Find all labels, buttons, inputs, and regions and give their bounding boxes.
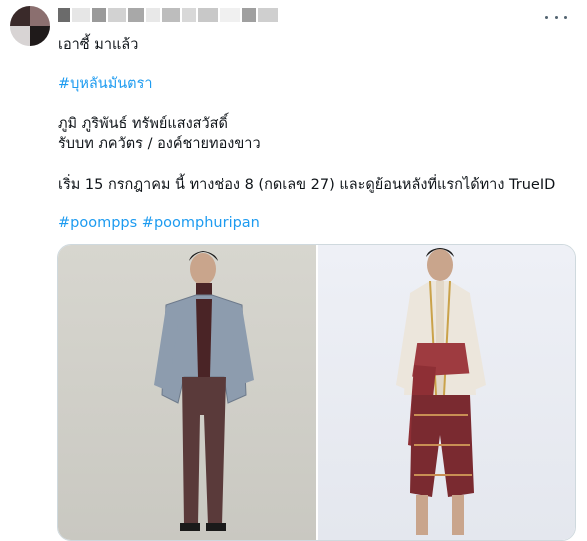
tweet-line-1: เอาซี้ มาแล้ว <box>58 37 139 53</box>
tweet-media-grid <box>57 244 576 541</box>
photo-man-in-thai-costume[interactable] <box>318 245 575 540</box>
hashtags-row: #poompps #poomphuripan <box>58 214 260 232</box>
tweet-line-role: รับบท ภควัตร / องค์ชายทองขาว <box>58 136 261 152</box>
more-horizontal-icon[interactable] <box>545 9 567 25</box>
hashtag-poompps[interactable]: #poompps <box>58 215 137 231</box>
hashtag-bulan-mantra[interactable]: #บุหลันมันตรา <box>58 75 153 93</box>
suit-figure-illustration <box>154 251 254 531</box>
photo-man-in-suit[interactable] <box>58 245 316 540</box>
tweet-line-schedule: เริ่ม 15 กรกฎาคม นี้ ทางช่อง 8 (กดเลข 27… <box>58 177 556 193</box>
thai-costume-figure-illustration <box>396 248 486 535</box>
tweet-line-actor: ภูมิ ภูริพันธ์ ทรัพย์แสงสวัสดิ์ <box>58 116 228 132</box>
hashtag-poomphuripan[interactable]: #poomphuripan <box>142 215 260 231</box>
blurred-user-name[interactable] <box>58 6 278 24</box>
avatar[interactable] <box>10 6 50 46</box>
